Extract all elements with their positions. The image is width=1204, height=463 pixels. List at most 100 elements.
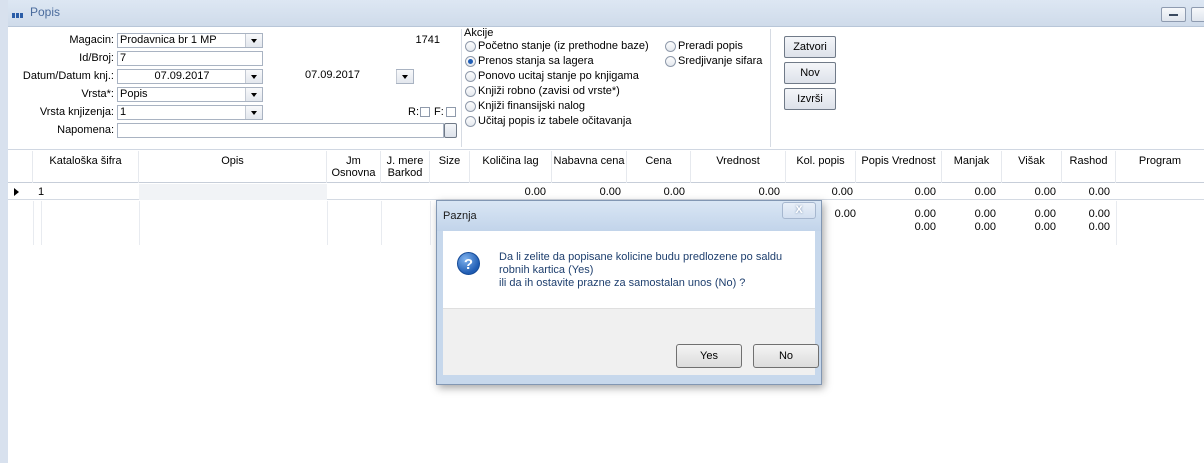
- radio-sredjivanje-sifara[interactable]: [665, 56, 676, 67]
- table-row[interactable]: 1 0.00 0.00 0.00 0.00 0.00 0.00 0.00 0.0…: [8, 184, 1204, 200]
- dialog-message: Da li zelite da popisane kolicine budu p…: [499, 251, 809, 290]
- radio-ponovo-ucitaj[interactable]: [465, 71, 476, 82]
- chevron-down-icon[interactable]: [396, 70, 413, 83]
- datum-label: Datum/Datum knj.:: [22, 70, 114, 82]
- dialog-message-line: ili da ih ostavite prazne za samostalan …: [499, 277, 746, 289]
- napomena-ellipsis-button[interactable]: [444, 123, 457, 138]
- dialog-footer: Yes No: [443, 308, 819, 375]
- vrsta-knjizenja-label: Vrsta knjizenja:: [39, 106, 114, 118]
- col-header-program[interactable]: Program: [1116, 151, 1204, 183]
- napomena-label: Napomena:: [57, 124, 114, 136]
- total-rashod: 0.00: [1088, 208, 1110, 220]
- radio-preradi-popis[interactable]: [665, 41, 676, 52]
- radio-prenos-stanja[interactable]: [465, 56, 476, 67]
- cell-manjak[interactable]: 0.00: [942, 186, 1002, 198]
- nov-button[interactable]: Nov: [784, 62, 836, 84]
- akcije-option-label: Knjiži robno (zavisi od vrste*): [478, 85, 620, 97]
- r-checkbox[interactable]: [420, 107, 430, 117]
- cell-popisvr[interactable]: 0.00: [856, 186, 942, 198]
- col-header-kataloska[interactable]: Kataloška šifra: [33, 151, 139, 183]
- datum-knj-select[interactable]: 07.09.2017: [267, 69, 414, 84]
- akcije-option-label: Učitaj popis iz tabele očitavanja: [478, 115, 632, 127]
- akcije-option-label: Ponovo ucitaj stanje po knjigama: [478, 70, 639, 82]
- grid-line: [33, 201, 34, 245]
- datum-knj-dropdown[interactable]: [396, 69, 414, 84]
- magacin-select[interactable]: Prodavnica br 1 MP: [117, 33, 263, 48]
- form-panel: Magacin: Prodavnica br 1 MP 1741 Id/Broj…: [8, 27, 1204, 150]
- minimize-button[interactable]: [1161, 7, 1186, 22]
- vrsta-knjizenja-select[interactable]: 1: [117, 105, 263, 120]
- magacin-code: 1741: [415, 34, 440, 46]
- chevron-down-icon[interactable]: [245, 70, 262, 83]
- f-label: F:: [434, 106, 444, 118]
- napomena-input[interactable]: [117, 123, 444, 138]
- r-label: R:: [408, 106, 419, 118]
- akcije-option-label: Sredjivanje sifara: [678, 55, 763, 67]
- total-visak: 0.00: [1034, 208, 1056, 220]
- col-header-jmere-line1: J. mere: [386, 155, 424, 167]
- dialog-message-line: robnih kartica (Yes): [499, 264, 594, 276]
- total2-popisvr: 0.00: [914, 221, 936, 233]
- col-header-rashod[interactable]: Rashod: [1062, 151, 1116, 183]
- col-header-kolicina[interactable]: Količina lag: [470, 151, 552, 183]
- col-header-popisvr[interactable]: Popis Vrednost: [856, 151, 942, 183]
- no-button[interactable]: No: [753, 344, 819, 368]
- radio-knjizi-finansijski[interactable]: [465, 101, 476, 112]
- opis-cell[interactable]: [139, 184, 327, 200]
- col-header-jmere[interactable]: J. mere Barkod: [381, 151, 430, 183]
- col-header-kolpopis[interactable]: Kol. popis: [786, 151, 856, 183]
- cell-kolicina[interactable]: 0.00: [470, 186, 552, 198]
- chevron-down-icon[interactable]: [245, 88, 262, 101]
- row-header-corner: [8, 151, 33, 183]
- window-title: Popis: [30, 5, 61, 19]
- chevron-down-icon[interactable]: [245, 106, 262, 119]
- cell-cena[interactable]: 0.00: [627, 186, 691, 198]
- col-header-jm[interactable]: Jm Osnovna: [327, 151, 381, 183]
- magacin-label: Magacin:: [69, 34, 114, 46]
- dialog-title-bar[interactable]: Paznja X: [437, 201, 821, 231]
- radio-pocetno-stanje[interactable]: [465, 41, 476, 52]
- dialog-title: Paznja: [443, 210, 477, 222]
- vrsta-knjizenja-value: 1: [120, 106, 127, 118]
- id-input[interactable]: 7: [117, 51, 263, 66]
- datum-select[interactable]: 07.09.2017: [117, 69, 263, 84]
- cell-kolpopis[interactable]: 0.00: [786, 186, 856, 198]
- radio-ucitaj-popis[interactable]: [465, 116, 476, 127]
- total2-rashod: 0.00: [1088, 221, 1110, 233]
- cell-visak[interactable]: 0.00: [1002, 186, 1062, 198]
- cell-rashod[interactable]: 0.00: [1062, 186, 1116, 198]
- title-bar[interactable]: Popis: [8, 0, 1204, 27]
- col-header-nabavna[interactable]: Nabavna cena: [552, 151, 627, 183]
- dialog-body: ? Da li zelite da popisane kolicine budu…: [443, 231, 815, 308]
- col-header-opis[interactable]: Opis: [139, 151, 327, 183]
- paznja-dialog: Paznja X ? Da li zelite da popisane koli…: [436, 200, 822, 385]
- col-header-size[interactable]: Size: [430, 151, 470, 183]
- yes-button[interactable]: Yes: [676, 344, 742, 368]
- grid-line: [139, 201, 140, 245]
- separator: [770, 29, 771, 147]
- radio-knjizi-robno[interactable]: [465, 86, 476, 97]
- chevron-down-icon[interactable]: [245, 34, 262, 47]
- total-popisvr: 0.00: [914, 208, 936, 220]
- izvrsi-button[interactable]: Izvrši: [784, 88, 836, 110]
- col-header-cena[interactable]: Cena: [627, 151, 691, 183]
- col-header-visak[interactable]: Višak: [1002, 151, 1062, 183]
- col-header-vrednost[interactable]: Vrednost: [691, 151, 786, 183]
- grid-line: [1116, 201, 1117, 245]
- separator: [461, 29, 462, 147]
- dialog-close-button[interactable]: X: [782, 202, 816, 219]
- zatvori-button[interactable]: Zatvori: [784, 36, 836, 58]
- vrsta-select[interactable]: Popis: [117, 87, 263, 102]
- maximize-button[interactable]: [1191, 7, 1204, 22]
- cell-nabavna[interactable]: 0.00: [552, 186, 627, 198]
- col-header-jmere-line2: Barkod: [387, 167, 423, 179]
- total2-manjak: 0.00: [974, 221, 996, 233]
- f-checkbox[interactable]: [446, 107, 456, 117]
- row-pointer-icon: [14, 188, 19, 196]
- grid-header: Kataloška šifra Opis Jm Osnovna J. mere Ba…: [8, 151, 1204, 183]
- grid-line: [381, 201, 382, 245]
- cell-vrednost[interactable]: 0.00: [691, 186, 786, 198]
- vrsta-value: Popis: [120, 88, 148, 100]
- col-header-manjak[interactable]: Manjak: [942, 151, 1002, 183]
- grid-line: [430, 201, 431, 245]
